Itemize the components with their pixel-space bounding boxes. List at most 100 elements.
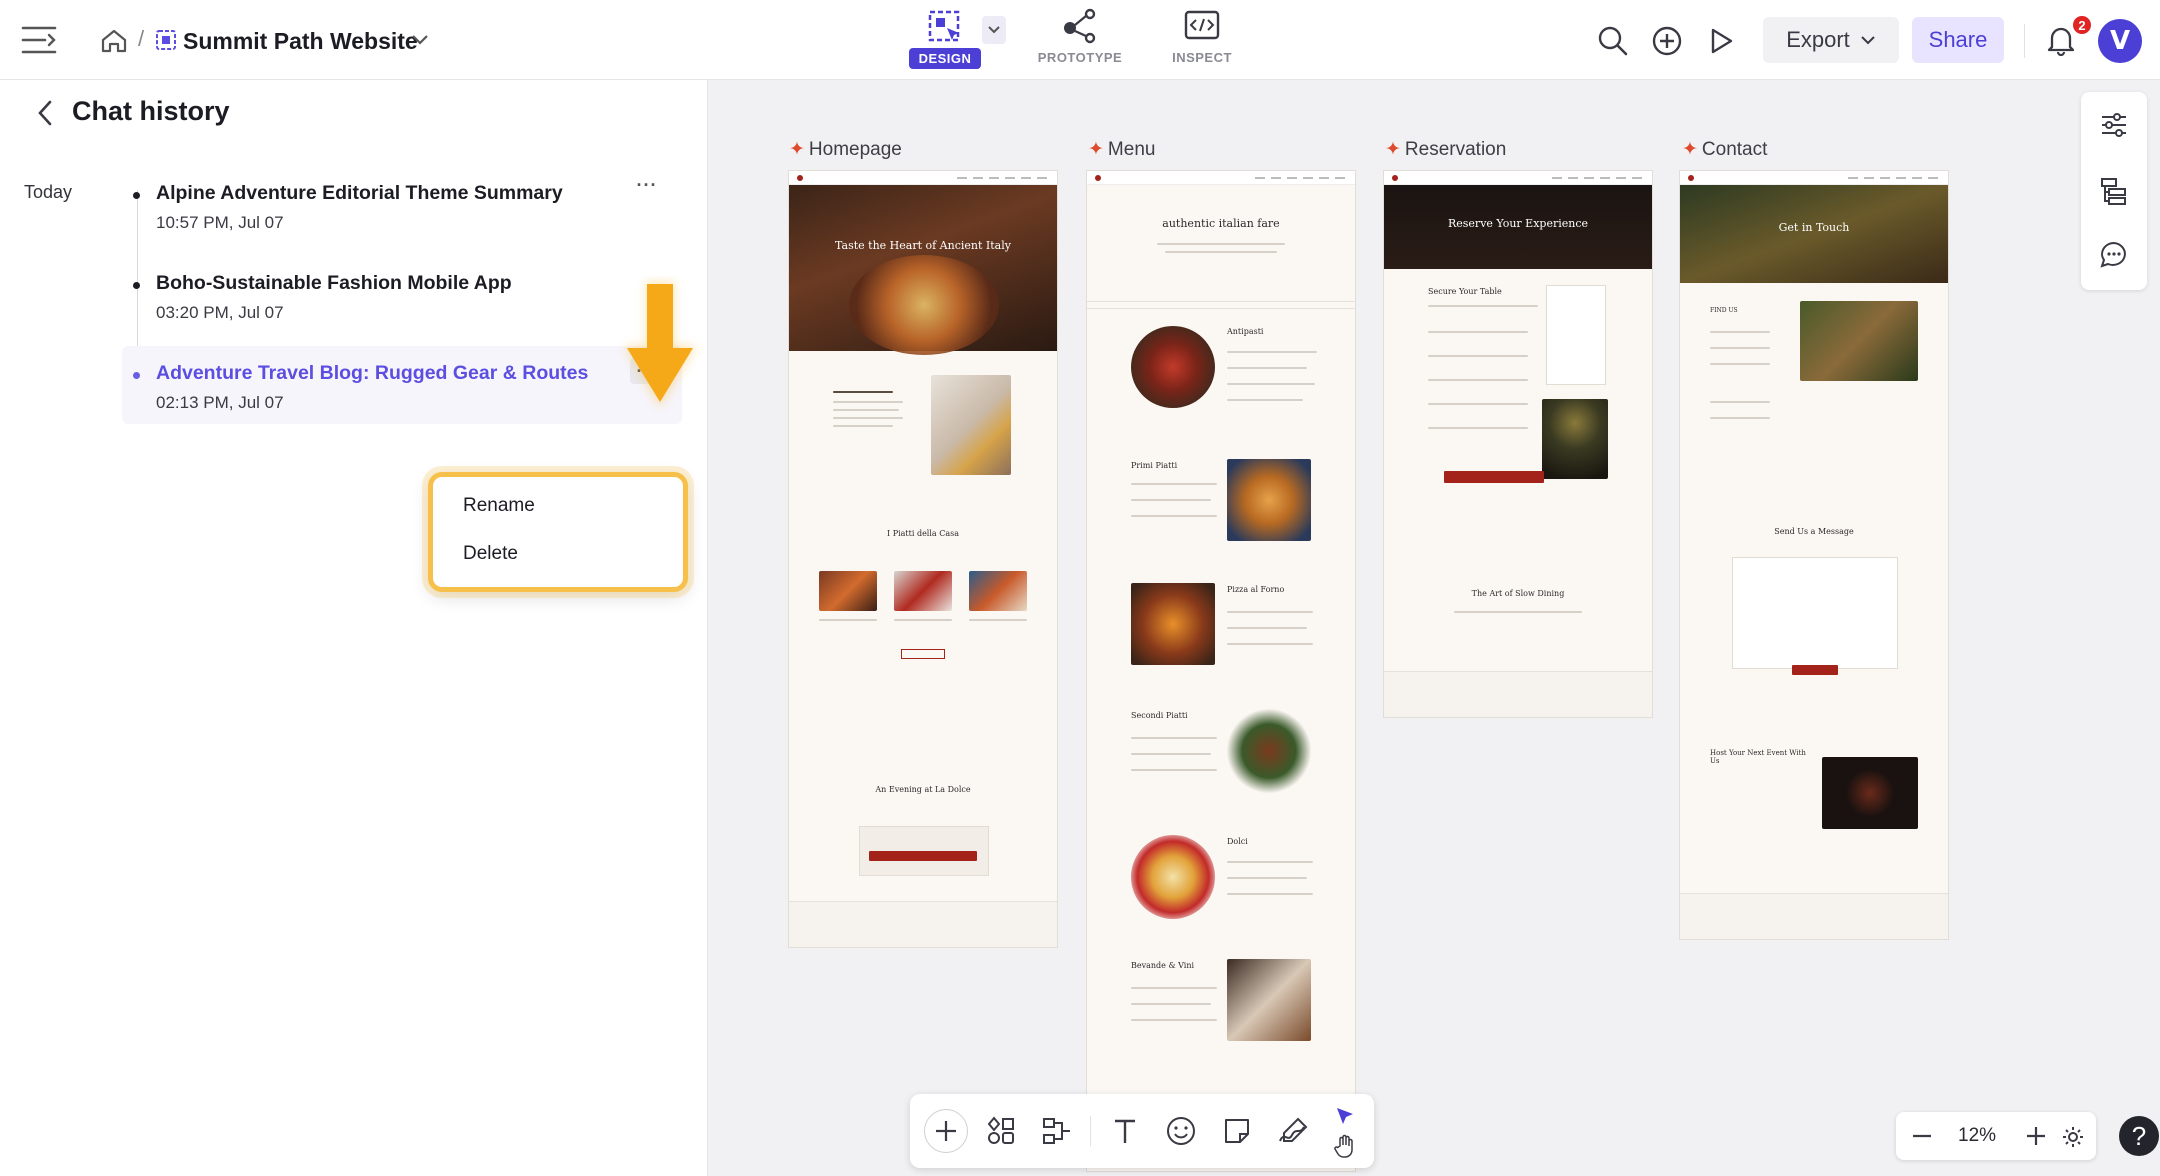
bottom-toolbar	[910, 1094, 1374, 1168]
design-canvas[interactable]: ✦ Homepage ✦ Menu ✦ Reservation ✦ Contact Ta…	[708, 80, 2160, 1176]
export-label: Export	[1786, 27, 1850, 52]
divider	[2024, 24, 2025, 58]
chat-item-time: 03:20 PM, Jul 07	[156, 303, 284, 322]
dish-photo	[931, 375, 1011, 475]
chat-item[interactable]: Alpine Adventure Editorial Theme Summary…	[122, 166, 682, 244]
play-icon[interactable]	[1704, 24, 1738, 58]
home-icon[interactable]	[98, 26, 130, 56]
zoom-control: 12%	[1896, 1112, 2096, 1160]
menu-section-antipasti: Antipasti	[1227, 327, 1264, 336]
tab-prototype[interactable]: PROTOTYPE	[1030, 8, 1130, 74]
sticky-note-icon[interactable]	[1218, 1112, 1256, 1150]
notification-badge: 2	[2071, 14, 2093, 36]
frame-label-reservation[interactable]: ✦ Reservation	[1385, 138, 1506, 161]
add-icon[interactable]	[924, 1109, 968, 1153]
menu-section-secondi: Secondi Piatti	[1131, 711, 1188, 720]
find-us-label: FIND US	[1710, 307, 1738, 314]
panel-title: Chat history	[72, 96, 230, 126]
flow-icon[interactable]	[1038, 1112, 1076, 1150]
components-icon[interactable]	[982, 1112, 1020, 1150]
hand-icon[interactable]	[1330, 1132, 1360, 1160]
project-title[interactable]: Summit Path Website	[183, 24, 418, 58]
code-icon	[1184, 10, 1220, 40]
frame-star-icon: ✦	[1088, 139, 1104, 160]
zoom-value[interactable]: 12%	[1958, 1125, 1996, 1147]
frame-reservation[interactable]: Reserve Your Experience Secure Your Tabl…	[1384, 171, 1652, 717]
hero-heading: Reserve Your Experience	[1447, 217, 1589, 230]
chat-item-title: Alpine Adventure Editorial Theme Summary	[156, 182, 563, 204]
add-circle-icon[interactable]	[1650, 24, 1684, 58]
tab-design-label: DESIGN	[908, 48, 982, 69]
more-options-button[interactable]: ···	[630, 172, 664, 198]
frame-label-menu[interactable]: ✦ Menu	[1088, 138, 1155, 161]
mini-nav	[1087, 171, 1355, 185]
slow-dining-title: The Art of Slow Dining	[1471, 589, 1565, 598]
pen-tool-icon[interactable]	[1274, 1112, 1312, 1150]
context-menu: Rename Delete	[428, 472, 688, 592]
zoom-out-icon[interactable]	[1910, 1124, 1934, 1148]
zoom-in-icon[interactable]	[2024, 1124, 2048, 1148]
chevron-down-icon	[1861, 36, 1875, 45]
sliders-icon[interactable]	[2099, 110, 2129, 140]
message-title: Send Us a Message	[1774, 527, 1854, 536]
help-button[interactable]: ?	[2119, 1116, 2159, 1156]
chevron-down-icon[interactable]	[408, 28, 432, 52]
tab-prototype-label: PROTOTYPE	[1037, 50, 1123, 65]
export-button[interactable]: Export	[1763, 17, 1899, 63]
mini-nav	[789, 171, 1057, 185]
frame-label-homepage[interactable]: ✦ Homepage	[789, 138, 902, 161]
tab-inspect[interactable]: INSPECT	[1152, 8, 1252, 74]
tab-design[interactable]: DESIGN	[895, 8, 995, 74]
chat-item-title: Adventure Travel Blog: Rugged Gear & Rou…	[156, 362, 589, 384]
chat-history-panel: Chat history Today Alpine Adventure Edit…	[0, 80, 708, 1176]
frame-star-icon: ✦	[789, 139, 805, 160]
menu-section-dolci: Dolci	[1227, 837, 1248, 846]
breadcrumb-separator: /	[137, 26, 145, 51]
hero-heading: Taste the Heart of Ancient Italy	[835, 239, 1011, 252]
design-dropdown-chevron-icon[interactable]	[982, 16, 1006, 44]
avatar[interactable]: V	[2098, 19, 2142, 63]
divider	[1090, 1116, 1091, 1146]
rename-menu-item[interactable]: Rename	[463, 495, 535, 517]
search-icon[interactable]	[1596, 24, 1630, 58]
section-title: I Piatti della Casa	[887, 529, 959, 538]
mini-nav	[1680, 171, 1948, 185]
menu-heading: authentic italian fare	[1162, 217, 1280, 230]
bullet	[133, 372, 140, 379]
menu-section-pizza: Pizza al Forno	[1227, 585, 1285, 594]
menu-toggle-icon[interactable]	[20, 22, 60, 58]
chevron-left-icon[interactable]	[34, 98, 58, 133]
share-button[interactable]: Share	[1912, 17, 2004, 63]
mini-nav	[1384, 171, 1652, 185]
frame-star-icon: ✦	[1682, 139, 1698, 160]
frame-contact[interactable]: Get in Touch FIND US Send Us a Message H…	[1680, 171, 1948, 939]
pointer-icon[interactable]	[1330, 1102, 1360, 1130]
emoji-icon[interactable]	[1162, 1112, 1200, 1150]
text-tool-icon[interactable]	[1106, 1112, 1144, 1150]
menu-section-bevande: Bevande & Vini	[1131, 961, 1195, 970]
event-title: Host Your Next Event With Us	[1710, 749, 1806, 765]
right-tool-panel	[2081, 92, 2147, 290]
chat-item-active[interactable]: Adventure Travel Blog: Rugged Gear & Rou…	[122, 346, 682, 424]
chat-bubble-icon[interactable]	[2099, 240, 2129, 270]
hero-banner: Get in Touch	[1680, 185, 1948, 283]
frame-label-contact[interactable]: ✦ Contact	[1682, 138, 1767, 161]
bullet	[133, 192, 140, 199]
chat-item-time: 02:13 PM, Jul 07	[156, 393, 284, 412]
hero-image: Taste the Heart of Ancient Italy	[789, 185, 1057, 355]
frame-homepage[interactable]: Taste the Heart of Ancient Italy I Piatt…	[789, 171, 1057, 947]
project-icon	[154, 28, 178, 52]
delete-menu-item[interactable]: Delete	[463, 543, 518, 565]
layers-icon[interactable]	[2099, 176, 2129, 206]
frame-star-icon: ✦	[1385, 139, 1401, 160]
section-title: Secure Your Table	[1428, 287, 1502, 296]
bullet	[133, 282, 140, 289]
tab-inspect-label: INSPECT	[1172, 50, 1232, 65]
event-title: An Evening at La Dolce	[875, 785, 971, 794]
chat-item-time: 10:57 PM, Jul 07	[156, 213, 284, 232]
arrow-down-icon	[618, 276, 702, 421]
chat-item[interactable]: Boho-Sustainable Fashion Mobile App 03:2…	[122, 256, 682, 334]
gear-icon[interactable]	[2060, 1124, 2086, 1150]
frame-menu[interactable]: authentic italian fare Antipasti Primi P…	[1087, 171, 1355, 1171]
chat-item-title: Boho-Sustainable Fashion Mobile App	[156, 272, 512, 294]
